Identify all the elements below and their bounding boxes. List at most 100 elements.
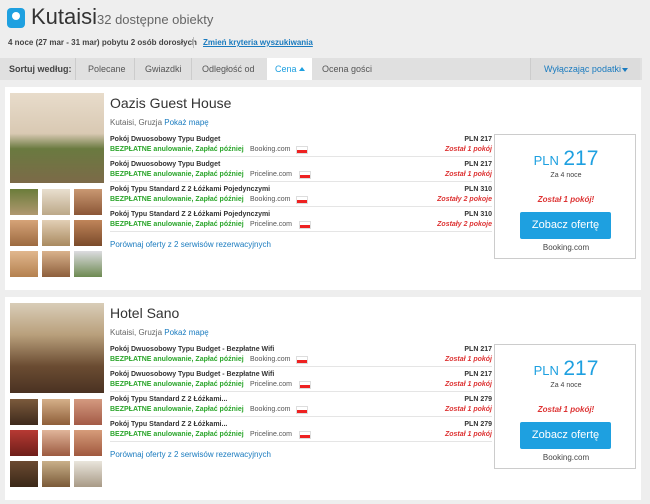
hotel-location: Kutaisi, Gruzja Pokaż mapę (110, 118, 209, 127)
price-amount: 217 (563, 147, 599, 170)
sort-ascending-icon (299, 67, 305, 71)
flag-icon (296, 406, 308, 414)
offer-source: Priceline.com (250, 171, 293, 178)
rooms-left-alert: Został 1 pokój! (537, 405, 595, 414)
hotel-thumbnail[interactable] (74, 430, 102, 456)
hotel-name-link[interactable]: Hotel Sano (110, 305, 179, 321)
rooms-left: Został 1 pokój (444, 406, 492, 413)
compare-offers-link[interactable]: Porównaj oferty z 2 serwisów rezerwacyjn… (110, 240, 271, 249)
free-cancellation: BEZPŁATNE anulowanie, Zapłać później (110, 171, 244, 178)
offer-row[interactable]: Pokój Dwuosobowy Typu Budget - Bezpłatne… (110, 343, 492, 367)
hotel-thumbnail[interactable] (74, 461, 102, 487)
offer-source: Booking.com (250, 146, 291, 153)
divider (75, 58, 76, 80)
price-box: PLN 217 Za 4 noce Został 1 pokój! Zobacz… (494, 134, 636, 259)
hotel-thumbnail[interactable] (10, 399, 38, 425)
offer-price: PLN 310 (464, 186, 492, 193)
hotel-name-link[interactable]: Oazis Guest House (110, 95, 231, 111)
best-price-source: Booking.com (542, 453, 590, 462)
hotel-thumbnail[interactable] (42, 220, 70, 246)
best-price: PLN 217 (495, 357, 637, 381)
sort-option-stars[interactable]: Gwiazdki (145, 64, 182, 74)
hotel-main-photo[interactable] (10, 93, 104, 183)
results-header: Kutaisi 32 dostępne obiekty 4 noce (27 m… (0, 0, 650, 58)
free-cancellation: BEZPŁATNE anulowanie, Zapłać później (110, 146, 244, 153)
hotel-thumbnail[interactable] (74, 189, 102, 215)
hotel-thumbnail[interactable] (74, 399, 102, 425)
compare-offers-link[interactable]: Porównaj oferty z 2 serwisów rezerwacyjn… (110, 450, 271, 459)
price-nights: Za 4 noce (550, 382, 582, 389)
offer-row[interactable]: Pokój Dwuosobowy Typu Budget BEZPŁATNE a… (110, 158, 492, 182)
sort-option-recommended[interactable]: Polecane (88, 64, 126, 74)
hotel-thumbnail[interactable] (10, 461, 38, 487)
hotel-thumbnail[interactable] (42, 430, 70, 456)
offer-row[interactable]: Pokój Typu Standard Z 2 Łóżkami... BEZPŁ… (110, 418, 492, 442)
sort-option-price[interactable]: Cena (267, 58, 312, 80)
show-map-link[interactable]: Pokaż mapę (164, 118, 208, 127)
sort-option-rating[interactable]: Ocena gości (322, 64, 372, 74)
hotel-thumbnail[interactable] (74, 251, 102, 277)
rooms-left: Zostały 2 pokoje (437, 196, 492, 203)
hotel-thumbnail[interactable] (42, 251, 70, 277)
hotel-thumbnail[interactable] (10, 430, 38, 456)
hotel-thumbnail[interactable] (42, 399, 70, 425)
room-name: Pokój Dwuosobowy Typu Budget (110, 136, 221, 143)
flag-icon (299, 431, 311, 439)
rooms-left: Został 1 pokój (444, 171, 492, 178)
room-name: Pokój Typu Standard Z 2 Łóżkami... (110, 396, 228, 403)
hotel-thumbnail[interactable] (42, 461, 70, 487)
rooms-left-alert: Został 1 pokój! (537, 195, 595, 204)
hotel-thumbnail[interactable] (42, 189, 70, 215)
hotel-thumbnail[interactable] (10, 189, 38, 215)
divider (134, 58, 135, 80)
offer-source: Booking.com (250, 356, 291, 363)
change-criteria-link[interactable]: Zmień kryteria wyszukiwania (203, 38, 313, 47)
room-name: Pokój Dwuosobowy Typu Budget (110, 161, 221, 168)
sort-option-distance[interactable]: Odległość od (202, 64, 255, 74)
flag-icon (299, 171, 311, 179)
location-pin-icon (7, 8, 25, 28)
offer-price: PLN 279 (464, 396, 492, 403)
chevron-down-icon (622, 68, 628, 72)
offer-price: PLN 217 (464, 161, 492, 168)
offer-row[interactable]: Pokój Typu Standard Z 2 Łóżkami... BEZPŁ… (110, 393, 492, 417)
offer-price: PLN 310 (464, 211, 492, 218)
room-name: Pokój Typu Standard Z 2 Łóżkami Pojedync… (110, 186, 271, 193)
rooms-left: Został 1 pokój (444, 381, 492, 388)
room-name: Pokój Dwuosobowy Typu Budget - Bezpłatne… (110, 346, 275, 353)
flag-icon (296, 146, 308, 154)
offer-source: Priceline.com (250, 221, 293, 228)
location-text: Kutaisi, Gruzja (110, 118, 163, 127)
view-offer-button[interactable]: Zobacz ofertę (520, 422, 611, 449)
offer-row[interactable]: Pokój Dwuosobowy Typu Budget - Bezpłatne… (110, 368, 492, 392)
flag-icon (296, 196, 308, 204)
offer-source: Booking.com (250, 196, 291, 203)
hotel-thumbnail[interactable] (74, 220, 102, 246)
stay-summary: 4 noce (27 mar - 31 mar) pobytu 2 osób d… (8, 38, 197, 47)
hotel-thumbnail[interactable] (10, 251, 38, 277)
offer-price: PLN 217 (464, 371, 492, 378)
tax-toggle-dropdown[interactable]: Wyłączając podatki (530, 58, 640, 80)
flag-icon (296, 356, 308, 364)
view-offer-button[interactable]: Zobacz ofertę (520, 212, 611, 239)
price-amount: 217 (563, 357, 599, 380)
free-cancellation: BEZPŁATNE anulowanie, Zapłać później (110, 221, 244, 228)
offer-row[interactable]: Pokój Dwuosobowy Typu Budget BEZPŁATNE a… (110, 133, 492, 157)
offer-source: Priceline.com (250, 381, 293, 388)
hotel-main-photo[interactable] (10, 303, 104, 393)
free-cancellation: BEZPŁATNE anulowanie, Zapłać później (110, 196, 244, 203)
free-cancellation: BEZPŁATNE anulowanie, Zapłać później (110, 356, 244, 363)
offer-row[interactable]: Pokój Typu Standard Z 2 Łóżkami Pojedync… (110, 208, 492, 232)
free-cancellation: BEZPŁATNE anulowanie, Zapłać później (110, 406, 244, 413)
free-cancellation: BEZPŁATNE anulowanie, Zapłać później (110, 381, 244, 388)
rooms-left: Został 1 pokój (444, 146, 492, 153)
hotel-thumbnail[interactable] (10, 220, 38, 246)
show-map-link[interactable]: Pokaż mapę (164, 328, 208, 337)
flag-icon (299, 221, 311, 229)
flag-icon (299, 381, 311, 389)
results-count: 32 dostępne obiekty (97, 12, 214, 27)
sort-label: Sortuj według: (9, 64, 72, 74)
room-name: Pokój Typu Standard Z 2 Łóżkami Pojedync… (110, 211, 271, 218)
offer-source: Booking.com (250, 406, 291, 413)
offer-row[interactable]: Pokój Typu Standard Z 2 Łóżkami Pojedync… (110, 183, 492, 207)
